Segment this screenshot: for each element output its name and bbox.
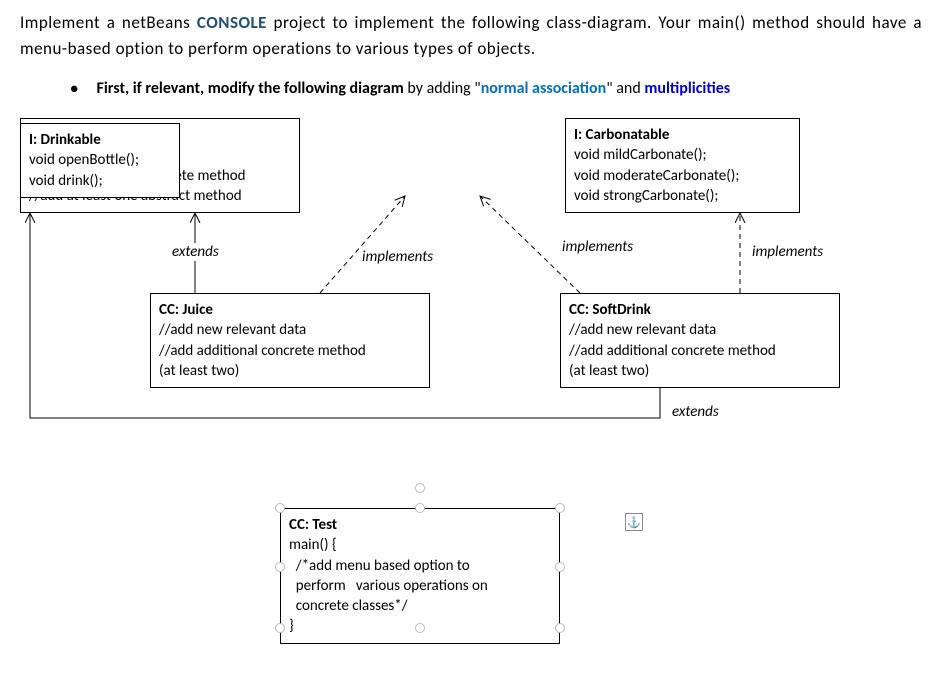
intro-seg1: Implement a netBeans [20,12,197,33]
bullet-text: First, if relevant, modify the following… [96,79,730,98]
selection-handle-icon[interactable] [415,623,425,633]
test-title: CC: Test [289,515,551,535]
intro-paragraph: Implement a netBeans CONSOLE project to … [20,10,922,61]
intro-console: CONSOLE [197,12,267,33]
selection-handle-icon[interactable] [555,562,565,572]
selection-handle-icon[interactable] [275,562,285,572]
test-l4: concrete classes*/ [289,596,551,616]
bullet-line: ● First, if relevant, modify the followi… [70,79,922,98]
carbonatable-title: I: Carbonatable [574,125,791,145]
label-implements-juice: implements [360,248,435,266]
bullet-assoc: normal association [481,79,607,98]
juice-l1: //add new relevant data [159,320,421,340]
carbonatable-l1: void mildCarbonate(); [574,145,791,165]
carbonatable-l3: void strongCarbonate(); [574,186,791,206]
softdrink-l1: //add new relevant data [569,320,831,340]
juice-l3: (at least two) [159,361,421,381]
test-l3: perform various operations on [289,576,551,596]
drinkable-l2: void drink(); [29,171,171,191]
selection-handle-icon[interactable] [555,503,565,513]
drinkable-l1: void openBottle(); [29,150,171,170]
carbonatable-l2: void moderateCarbonate(); [574,166,791,186]
test-l1: main() { [289,535,551,555]
bullet-mid: by adding " [404,79,481,98]
anchor-icon[interactable]: ⚓ [625,513,643,531]
softdrink-title: CC: SoftDrink [569,300,831,320]
test-l2: /*add menu based option to [289,556,551,576]
bullet-dot-icon: ● [70,80,78,97]
bullet-after-assoc: " and [606,79,644,98]
label-implements-softdrink-carbonatable: implements [750,243,825,261]
box-drinkable: I: Drinkable void openBottle(); void dri… [20,123,180,198]
drinkable-title: I: Drinkable [29,130,171,150]
label-extends-juice: extends [170,243,221,261]
box-softdrink: CC: SoftDrink //add new relevant data //… [560,293,840,388]
juice-l2: //add additional concrete method [159,341,421,361]
box-juice: CC: Juice //add new relevant data //add … [150,293,430,388]
selection-handle-icon[interactable] [275,503,285,513]
box-carbonatable: I: Carbonatable void mildCarbonate(); vo… [565,118,800,213]
bullet-mult: multiplicities [644,79,730,98]
juice-title: CC: Juice [159,300,421,320]
label-extends-softdrink: extends [670,403,721,421]
softdrink-l2: //add additional concrete method [569,341,831,361]
label-implements-softdrink-drinkable: implements [560,238,635,256]
softdrink-l3: (at least two) [569,361,831,381]
bullet-lead: First, if relevant, modify the following… [96,79,403,98]
selection-handle-icon[interactable] [555,623,565,633]
selection-handle-icon[interactable] [275,623,285,633]
uml-diagram: AC: Liquid Data: String name, color //ad… [20,118,920,668]
rotate-handle-icon[interactable] [415,483,425,493]
selection-handle-icon[interactable] [415,503,425,513]
